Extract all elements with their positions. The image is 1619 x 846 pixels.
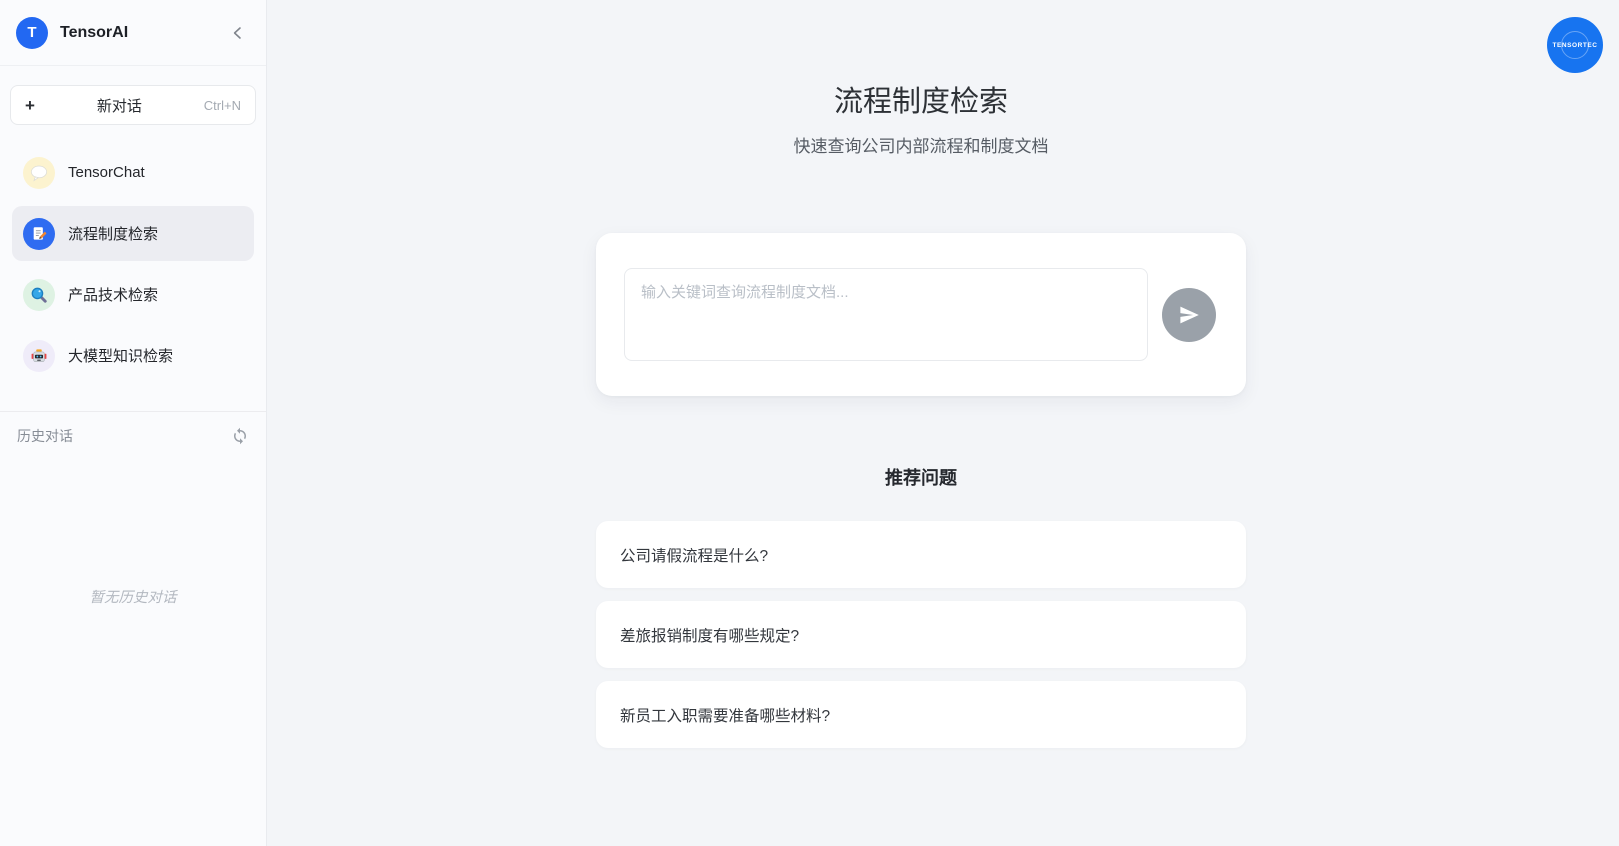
app-title: TensorAI [60,24,128,42]
sidebar-menu: TensorChat 流程制度检索 [0,145,266,389]
chat-bubble-icon [23,157,55,189]
history-empty-text: 暂无历史对话 [0,586,266,607]
search-card [596,233,1246,396]
search-textarea[interactable] [624,268,1148,361]
sidebar-item-label: TensorChat [68,164,145,181]
app-logo-avatar: T [16,17,48,49]
sidebar-header: T TensorAI [0,0,266,66]
sidebar-item-label: 产品技术检索 [68,284,158,305]
document-pencil-icon [23,218,55,250]
sidebar-item-label: 大模型知识检索 [68,345,173,366]
page-subtitle: 快速查询公司内部流程和制度文档 [596,134,1246,160]
new-chat-label: 新对话 [35,95,204,116]
sidebar-item-process-search[interactable]: 流程制度检索 [12,206,254,261]
chevron-left-icon [230,25,246,41]
main-area: TENSORTEC 流程制度检索 快速查询公司内部流程和制度文档 推荐问题 公司… [267,0,1619,846]
refresh-icon [231,427,249,445]
page-title: 流程制度检索 [596,82,1246,122]
new-chat-button[interactable]: + 新对话 Ctrl+N [10,85,256,125]
content-column: 流程制度检索 快速查询公司内部流程和制度文档 推荐问题 公司请假流程是什么? 差… [596,0,1246,748]
sidebar-item-label: 流程制度检索 [68,223,158,244]
sidebar-item-tensorchat[interactable]: TensorChat [12,145,254,200]
send-button[interactable] [1162,288,1216,342]
plus-icon: + [25,97,35,114]
suggested-question[interactable]: 差旅报销制度有哪些规定? [596,601,1246,668]
app-root: T TensorAI + 新对话 Ctrl+N [0,0,1619,846]
sidebar-collapse-button[interactable] [226,21,250,45]
suggested-question[interactable]: 新员工入职需要准备哪些材料? [596,681,1246,748]
history-title: 历史对话 [17,426,73,446]
company-logo: TENSORTEC [1547,17,1603,73]
company-logo-text: TENSORTEC [1552,42,1597,49]
sidebar-item-product-search[interactable]: 产品技术检索 [12,267,254,322]
sidebar: T TensorAI + 新对话 Ctrl+N [0,0,267,846]
suggested-questions-list: 公司请假流程是什么? 差旅报销制度有哪些规定? 新员工入职需要准备哪些材料? [596,521,1246,748]
send-icon [1177,303,1201,327]
suggested-questions-title: 推荐问题 [596,464,1246,492]
sidebar-item-llm-search[interactable]: 大模型知识检索 [12,328,254,383]
suggested-question[interactable]: 公司请假流程是什么? [596,521,1246,588]
robot-icon [23,340,55,372]
history-header: 历史对话 [0,412,266,458]
new-chat-shortcut: Ctrl+N [204,98,241,113]
magnifier-icon [23,279,55,311]
refresh-history-button[interactable] [231,427,249,445]
